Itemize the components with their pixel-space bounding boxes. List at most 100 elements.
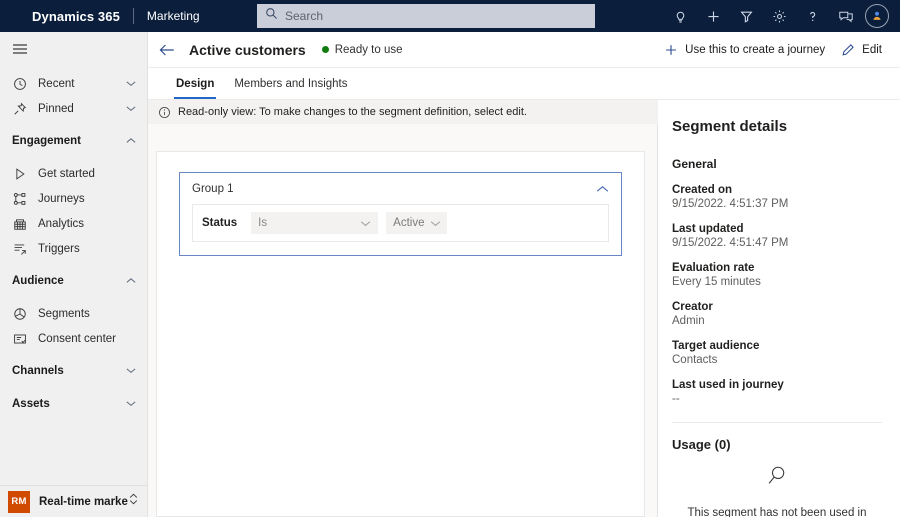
- status-label: Ready to use: [334, 43, 403, 56]
- sidebar-group-assets[interactable]: Assets: [0, 390, 147, 417]
- sidebar-item-label: Triggers: [38, 242, 80, 255]
- gear-icon[interactable]: [763, 0, 796, 32]
- search-input[interactable]: [285, 6, 587, 26]
- detail-field-value: --: [672, 393, 680, 405]
- sidebar-group-engagement[interactable]: Engagement: [0, 127, 147, 154]
- plus-icon[interactable]: [697, 0, 730, 32]
- edit-label: Edit: [862, 43, 882, 56]
- brand-divider: [132, 8, 134, 24]
- designer-canvas-inner: Group 1 Status Is Active: [156, 151, 645, 517]
- detail-field-label: Last updated: [672, 223, 744, 235]
- filter-icon[interactable]: [730, 0, 763, 32]
- sidebar-nav: Recent Pinned Engagement Get started Jou…: [0, 66, 147, 485]
- question-icon[interactable]: [796, 0, 829, 32]
- sidebar-item-label: Consent center: [38, 332, 116, 345]
- tab-members-and-insights[interactable]: Members and Insights: [224, 68, 357, 99]
- chevron-down-icon: [360, 220, 371, 227]
- brand-label: Dynamics 365: [32, 8, 120, 24]
- chevron-up-icon[interactable]: [124, 137, 138, 144]
- trigger-icon: [12, 241, 28, 257]
- edit-button[interactable]: Edit: [833, 35, 890, 65]
- sidebar-group-audience[interactable]: Audience: [0, 267, 147, 294]
- detail-field-value: Contacts: [672, 354, 718, 366]
- status-dot-icon: [321, 46, 329, 53]
- back-button[interactable]: [150, 33, 184, 67]
- app-area-label: Real-time marketi...: [39, 495, 128, 508]
- detail-field-label: Created on: [672, 184, 733, 196]
- magnifier-icon: [765, 464, 789, 493]
- lightbulb-icon[interactable]: [664, 0, 697, 32]
- sidebar-item-segments[interactable]: Segments: [0, 301, 147, 326]
- sidebar-item-consent-center[interactable]: Consent center: [0, 326, 147, 351]
- plus-icon: [664, 43, 678, 57]
- app-area-switcher[interactable]: RM Real-time marketi...: [0, 485, 147, 517]
- sidebar-item-recent[interactable]: Recent: [0, 71, 147, 96]
- app-area-badge: RM: [8, 490, 30, 513]
- detail-field-label: Last used in journey: [672, 379, 784, 391]
- clock-icon: [12, 76, 28, 92]
- info-icon: [158, 106, 171, 119]
- content-row: Read-only view: To make changes to the s…: [148, 100, 900, 517]
- segment-details-panel: Segment details General Created on 9/15/…: [658, 100, 900, 517]
- detail-field-label: Creator: [672, 301, 713, 313]
- sidebar-item-triggers[interactable]: Triggers: [0, 236, 147, 261]
- sidebar-item-label: Segments: [38, 307, 90, 320]
- sidebar-item-label: Journeys: [38, 192, 85, 205]
- readonly-banner: Read-only view: To make changes to the s…: [148, 100, 658, 124]
- detail-field-value: 9/15/2022. 4:51:37 PM: [672, 198, 789, 210]
- detail-field-value: Every 15 minutes: [672, 276, 761, 288]
- top-icon-group: [664, 0, 894, 32]
- chevron-down-icon[interactable]: [124, 367, 138, 374]
- chevron-down-icon[interactable]: [124, 80, 138, 87]
- feedback-icon[interactable]: [829, 0, 862, 32]
- chevron-up-icon[interactable]: [124, 277, 138, 284]
- segment-group-title: Group 1: [192, 183, 234, 195]
- journey-icon: [12, 191, 28, 207]
- global-search[interactable]: [257, 4, 595, 28]
- avatar[interactable]: [865, 4, 889, 28]
- condition-operator-dropdown[interactable]: Is: [251, 212, 379, 234]
- readonly-banner-text: Read-only view: To make changes to the s…: [178, 106, 527, 118]
- updown-chevron-icon[interactable]: [128, 492, 139, 511]
- detail-field-target-audience: Target audience Contacts: [672, 340, 882, 366]
- pin-icon: [12, 101, 28, 117]
- chevron-down-icon[interactable]: [124, 400, 138, 407]
- create-journey-button[interactable]: Use this to create a journey: [656, 35, 833, 65]
- sidebar-item-journeys[interactable]: Journeys: [0, 186, 147, 211]
- consent-icon: [12, 331, 28, 347]
- segment-icon: [12, 306, 28, 322]
- condition-value-dropdown[interactable]: Active: [386, 212, 448, 234]
- main-area: Active customers Ready to use Use this t…: [148, 32, 900, 517]
- chart-icon: [12, 216, 28, 232]
- condition-operator-value: Is: [258, 217, 268, 229]
- chevron-down-icon[interactable]: [124, 105, 138, 112]
- sidebar-group-channels[interactable]: Channels: [0, 357, 147, 384]
- sidebar-item-pinned[interactable]: Pinned: [0, 96, 147, 121]
- create-journey-label: Use this to create a journey: [685, 43, 826, 56]
- sidebar-item-get-started[interactable]: Get started: [0, 161, 147, 186]
- detail-field-last-used-in-journey: Last used in journey --: [672, 379, 882, 405]
- sidebar-item-label: Pinned: [38, 102, 74, 115]
- chevron-up-icon[interactable]: [596, 185, 609, 193]
- sidebar-group-label: Audience: [12, 274, 64, 287]
- play-icon: [12, 166, 28, 182]
- segment-group-header: Group 1: [192, 183, 609, 195]
- sidebar: Recent Pinned Engagement Get started Jou…: [0, 32, 148, 517]
- details-divider: [672, 422, 882, 423]
- usage-empty-text: This segment has not been used in journe…: [687, 507, 867, 517]
- detail-field-created-on: Created on 9/15/2022. 4:51:37 PM: [672, 184, 882, 210]
- detail-field-creator: Creator Admin: [672, 301, 882, 327]
- detail-field-value: Admin: [672, 315, 705, 327]
- segment-group-card[interactable]: Group 1 Status Is Active: [179, 172, 622, 256]
- tab-design[interactable]: Design: [166, 68, 224, 99]
- sidebar-item-analytics[interactable]: Analytics: [0, 211, 147, 236]
- pencil-icon: [841, 43, 855, 57]
- sidebar-group-label: Assets: [12, 397, 50, 410]
- sidebar-item-label: Analytics: [38, 217, 85, 230]
- status-badge: Ready to use: [321, 43, 403, 56]
- detail-field-last-updated: Last updated 9/15/2022. 4:51:47 PM: [672, 223, 882, 249]
- chevron-down-icon: [430, 220, 441, 227]
- search-icon: [265, 7, 278, 25]
- hamburger-menu-icon[interactable]: [0, 32, 147, 66]
- detail-field-label: Evaluation rate: [672, 262, 755, 274]
